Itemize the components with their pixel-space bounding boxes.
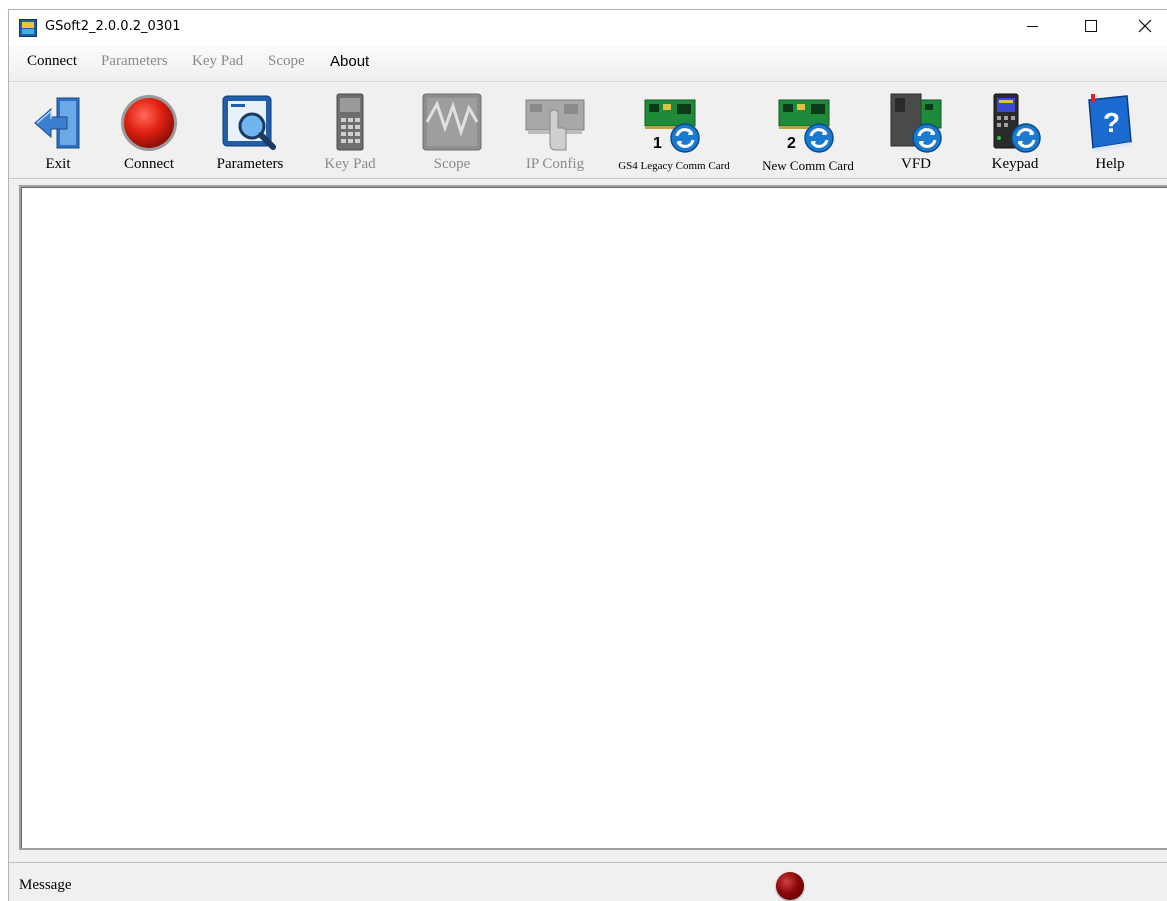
exit-door-icon: [34, 97, 80, 149]
close-button[interactable]: [1122, 10, 1167, 42]
red-connect-icon: [121, 95, 177, 151]
maximize-icon: [1085, 20, 1097, 32]
vfd-button[interactable]: VFD: [881, 82, 951, 180]
exit-button[interactable]: Exit: [19, 82, 97, 180]
connect-label: Connect: [124, 156, 174, 172]
minimize-icon: [1026, 25, 1038, 27]
menu-connect[interactable]: Connect: [27, 53, 77, 70]
menu-key-pad[interactable]: Key Pad: [192, 53, 243, 70]
svg-text:1: 1: [653, 135, 662, 152]
gs4-legacy-comm-card-label: GS4 Legacy Comm Card: [618, 160, 730, 172]
keypad-button[interactable]: Keypad: [979, 82, 1051, 180]
ip-config-card-icon: [525, 99, 585, 151]
svg-text:2: 2: [787, 135, 796, 152]
keypad-device-icon: [336, 93, 364, 151]
exit-label: Exit: [45, 156, 71, 172]
parameters-button[interactable]: Parameters: [209, 82, 291, 180]
new-comm-card-label: New Comm Card: [762, 158, 854, 173]
parameters-magnifier-icon: [222, 95, 276, 150]
key-pad-button[interactable]: Key Pad: [315, 82, 385, 180]
help-button[interactable]: ? Help: [1077, 82, 1143, 180]
vfd-label: VFD: [900, 156, 931, 172]
help-book-icon: ?: [1088, 94, 1132, 152]
new-comm-card-button[interactable]: 2 New Comm Card: [751, 82, 865, 180]
menu-about[interactable]: About: [330, 53, 369, 70]
connection-status-led-icon: [776, 872, 804, 900]
menu-parameters[interactable]: Parameters: [101, 53, 168, 70]
svg-text:?: ?: [1103, 107, 1120, 138]
window-title: GSoft2_2.0.0.2_0301: [45, 19, 181, 34]
status-message: Message: [19, 877, 72, 893]
gs4-legacy-comm-card-button[interactable]: 1 GS4 Legacy Comm Card: [613, 82, 735, 180]
connect-button[interactable]: Connect: [111, 82, 187, 180]
scope-label: Scope: [433, 156, 471, 172]
new-comm-card-update-icon: 2: [778, 99, 834, 153]
main-workspace: [19, 185, 1167, 850]
title-bar: GSoft2_2.0.0.2_0301: [9, 10, 1167, 46]
help-label: Help: [1095, 156, 1125, 172]
legacy-comm-card-update-icon: 1: [644, 99, 700, 153]
maximize-button[interactable]: [1068, 10, 1114, 42]
menu-bar: Connect Parameters Key Pad Scope About: [9, 46, 1167, 76]
ip-config-button[interactable]: IP Config: [517, 82, 593, 180]
keypad-label: Keypad: [991, 156, 1039, 172]
toolbar: Exit Connect Parameters Key Pad Scope IP…: [9, 81, 1167, 179]
close-icon: [1138, 19, 1152, 33]
scope-button[interactable]: Scope: [417, 82, 487, 180]
menu-scope[interactable]: Scope: [268, 53, 305, 70]
keypad-update-icon: [993, 93, 1041, 153]
vfd-update-icon: [890, 93, 942, 153]
app-logo-icon: [19, 19, 37, 37]
minimize-button[interactable]: [1009, 10, 1055, 42]
scope-waveform-icon: [422, 93, 482, 151]
ip-config-label: IP Config: [525, 156, 585, 172]
status-bar: Message: [9, 862, 1167, 901]
parameters-label: Parameters: [216, 156, 284, 172]
app-window: GSoft2_2.0.0.2_0301 Connect Parameters K…: [8, 9, 1167, 901]
key-pad-label: Key Pad: [324, 156, 376, 172]
